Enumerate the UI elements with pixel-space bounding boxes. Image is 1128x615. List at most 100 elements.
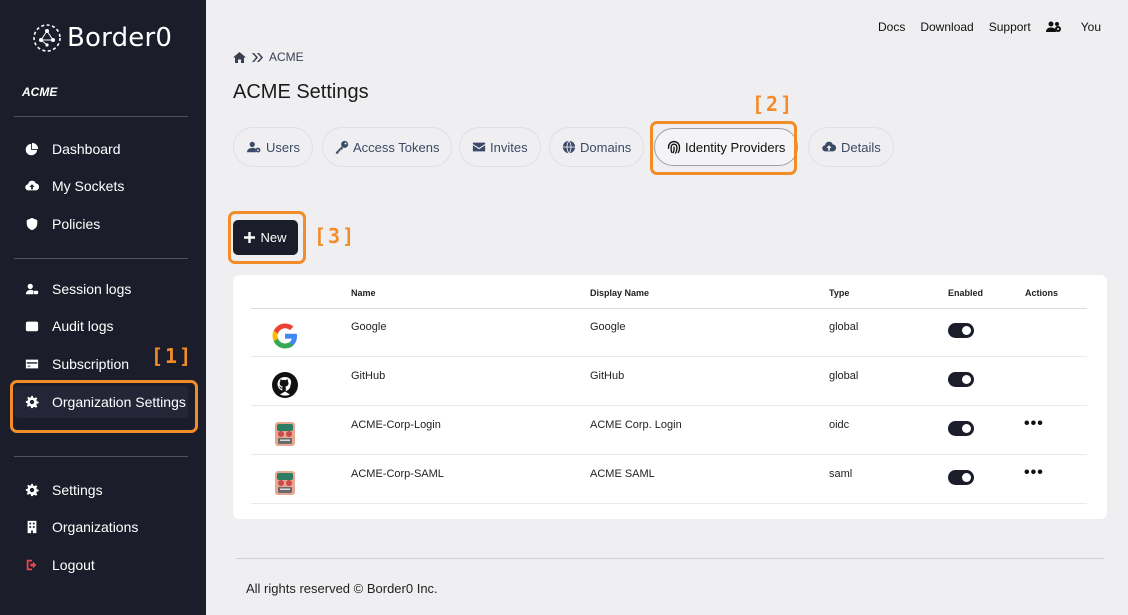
tab-label: Details	[841, 139, 881, 155]
breadcrumb: ACME	[233, 50, 304, 64]
sidebar-item-label: Dashboard	[52, 141, 121, 157]
column-header-name: Name	[351, 288, 376, 298]
support-link[interactable]: Support	[989, 20, 1031, 34]
provider-display-name: GitHub	[590, 370, 625, 382]
provider-type: global	[829, 321, 859, 333]
current-org-label: ACME	[22, 85, 58, 99]
sidebar-item-my-sockets[interactable]: My Sockets	[14, 170, 188, 202]
user-menu[interactable]: You	[1045, 20, 1101, 34]
breadcrumb-current[interactable]: ACME	[269, 50, 304, 64]
sidebar-item-label: My Sockets	[52, 178, 125, 194]
sidebar-item-label: Subscription	[52, 356, 130, 372]
tab-access-tokens[interactable]: Access Tokens	[322, 127, 453, 167]
brand-name: Border0	[67, 23, 173, 53]
sidebar-item-label: Organizations	[52, 519, 139, 535]
chevron-double-right-icon	[252, 52, 263, 62]
column-header-display-name: Display Name	[590, 288, 650, 298]
home-icon[interactable]	[233, 51, 246, 63]
column-header-enabled: Enabled	[948, 288, 984, 298]
column-header-actions: Actions	[1025, 288, 1059, 298]
tab-users[interactable]: Users	[233, 127, 313, 167]
users-cog-icon	[1045, 21, 1061, 32]
provider-display-name: Google	[590, 321, 626, 333]
enabled-toggle[interactable]	[948, 470, 974, 485]
enabled-toggle[interactable]	[948, 372, 974, 387]
column-header-type: Type	[829, 288, 850, 298]
sidebar-item-label: Settings	[52, 482, 103, 498]
enabled-toggle[interactable]	[948, 323, 974, 338]
sidebar-item-organizations[interactable]: Organizations	[14, 511, 188, 543]
provider-name: Google	[351, 321, 387, 333]
tab-label: Access Tokens	[353, 139, 440, 155]
user-cog-icon	[247, 141, 261, 153]
annotation-label-1: [1]	[151, 344, 194, 368]
download-link[interactable]: Download	[920, 20, 973, 34]
brand-logo[interactable]: Border0	[31, 22, 172, 54]
row-actions-menu[interactable]: •••	[1024, 415, 1044, 433]
wallet-icon	[24, 318, 40, 334]
sidebar-item-label: Audit logs	[52, 318, 114, 334]
envelope-icon	[472, 142, 486, 152]
cloud-upload-icon	[24, 178, 40, 194]
table-row[interactable]: ACME-Corp-SAML ACME SAML saml •••	[251, 456, 1087, 504]
chart-pie-icon	[24, 141, 40, 157]
sidebar: Border0 ACME Dashboard My Sockets Polici…	[0, 0, 206, 615]
gear-icon	[24, 482, 40, 498]
provider-name: ACME-Corp-SAML	[351, 468, 444, 480]
sidebar-item-audit-logs[interactable]: Audit logs	[14, 310, 188, 342]
sidebar-item-dashboard[interactable]: Dashboard	[14, 133, 188, 165]
sidebar-divider	[14, 116, 188, 117]
sidebar-item-session-logs[interactable]: Session logs	[14, 273, 188, 305]
tab-invites[interactable]: Invites	[459, 127, 541, 167]
row-actions-menu[interactable]: •••	[1024, 464, 1044, 482]
credit-card-icon	[24, 356, 40, 372]
table-row[interactable]: ACME-Corp-Login ACME Corp. Login oidc ••…	[251, 407, 1087, 455]
enabled-toggle[interactable]	[948, 421, 974, 436]
top-nav: Docs Download Support You	[863, 20, 1101, 34]
sidebar-item-logout[interactable]: Logout	[14, 549, 188, 581]
footer-copyright: All rights reserved © Border0 Inc.	[246, 581, 438, 596]
sidebar-divider	[14, 258, 188, 259]
globe-icon	[562, 140, 576, 154]
acme-logo-icon	[275, 422, 295, 446]
sidebar-item-label: Logout	[52, 557, 95, 573]
tab-details[interactable]: Details	[808, 127, 894, 167]
provider-display-name: ACME SAML	[590, 468, 655, 480]
table-row[interactable]: GitHub GitHub global	[251, 358, 1087, 406]
provider-display-name: ACME Corp. Login	[590, 419, 682, 431]
provider-type: oidc	[829, 419, 850, 431]
sidebar-divider	[14, 456, 188, 457]
provider-name: ACME-Corp-Login	[351, 419, 441, 431]
tab-label: Domains	[580, 139, 632, 155]
sidebar-item-label: Session logs	[52, 281, 132, 297]
google-icon	[272, 323, 297, 349]
user-menu-label: You	[1080, 20, 1101, 34]
annotation-label-3: [3]	[314, 224, 357, 248]
acme-logo-icon	[275, 471, 295, 495]
sidebar-item-policies[interactable]: Policies	[14, 208, 188, 240]
sign-out-icon	[24, 557, 40, 573]
user-lock-icon	[24, 281, 40, 297]
identity-providers-table: Name Display Name Type Enabled Actions G…	[233, 275, 1107, 519]
annotation-label-2: [2]	[752, 92, 795, 116]
tab-label: Invites	[490, 139, 528, 155]
table-row[interactable]: Google Google global	[251, 309, 1087, 357]
border0-logo-icon	[33, 24, 61, 52]
page-title: ACME Settings	[233, 81, 369, 103]
tab-label: Users	[266, 139, 300, 155]
shield-icon	[24, 216, 40, 232]
tab-domains[interactable]: Domains	[549, 127, 645, 167]
sidebar-item-settings[interactable]: Settings	[14, 474, 188, 506]
github-icon	[272, 372, 298, 398]
provider-type: saml	[829, 468, 853, 480]
provider-type: global	[829, 370, 859, 382]
docs-link[interactable]: Docs	[878, 20, 905, 34]
footer-divider	[236, 558, 1104, 559]
building-icon	[24, 519, 40, 535]
cloud-upload-icon	[822, 141, 837, 152]
annotation-highlight-3	[228, 211, 306, 264]
sidebar-item-label: Policies	[52, 216, 101, 232]
provider-name: GitHub	[351, 370, 386, 382]
key-icon	[335, 140, 349, 154]
annotation-highlight-1	[10, 380, 198, 433]
